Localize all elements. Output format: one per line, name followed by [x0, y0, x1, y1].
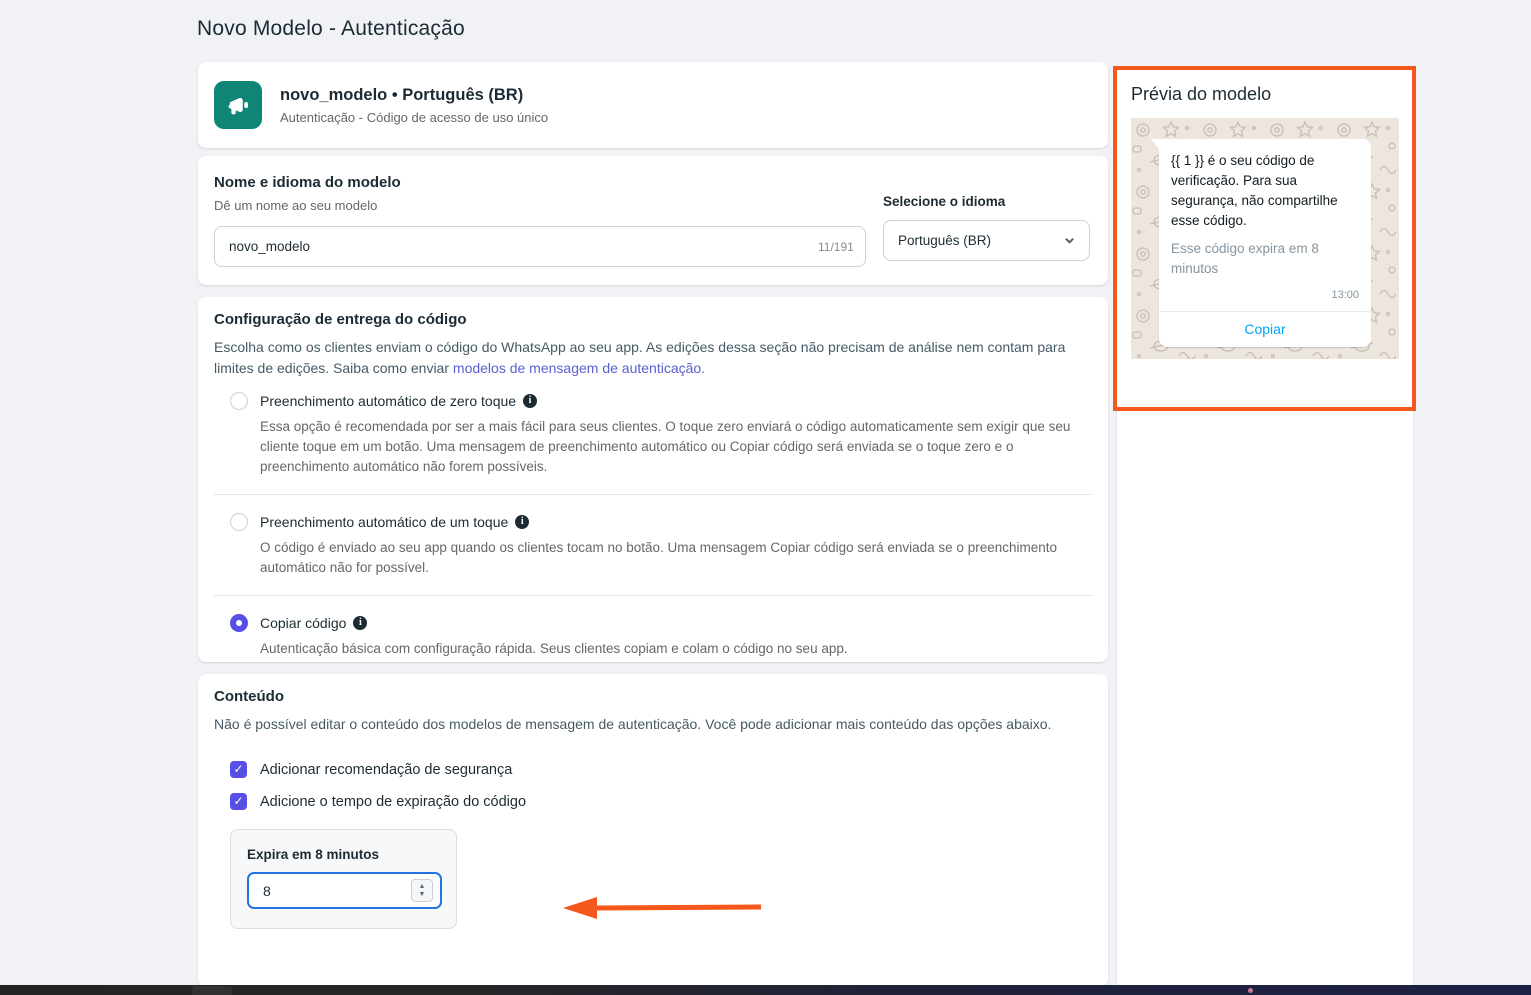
template-name-input[interactable]	[214, 226, 866, 267]
divider	[214, 595, 1092, 596]
expiration-time-label: Adicione o tempo de expiração do código	[260, 794, 526, 810]
char-counter: 11/191	[818, 240, 854, 254]
language-select[interactable]: Português (BR)	[883, 220, 1090, 261]
preview-message-text: {{ 1 }} é o seu código de verificação. P…	[1171, 151, 1359, 231]
copy-code-radio[interactable]	[230, 614, 248, 632]
expiration-time-checkbox[interactable]: ✓	[230, 793, 247, 810]
annotation-arrow	[555, 895, 765, 921]
info-icon[interactable]: i	[353, 616, 367, 630]
copy-code-button[interactable]: Copiar	[1159, 311, 1371, 347]
megaphone-icon	[214, 81, 262, 129]
preview-timestamp: 13:00	[1171, 289, 1359, 307]
one-tap-desc: O código é enviado ao seu app quando os …	[260, 538, 1080, 578]
name-language-card: Nome e idioma do modelo Dê um nome ao se…	[198, 156, 1108, 285]
security-recommendation-label: Adicionar recomendação de segurança	[260, 762, 512, 778]
name-language-heading: Nome e idioma do modelo	[214, 174, 1092, 191]
info-icon[interactable]: i	[515, 515, 529, 529]
chevron-down-icon	[1064, 235, 1075, 246]
auth-templates-link[interactable]: modelos de mensagem de autenticação.	[453, 360, 705, 376]
preview-expiry-text: Esse código expira em 8 minutos	[1171, 239, 1359, 279]
bubble-tail	[1151, 139, 1159, 149]
option-zero-tap: Preenchimento automático de zero toque i…	[214, 379, 1092, 489]
whatsapp-chat-background: {{ 1 }} é o seu código de verificação. P…	[1131, 118, 1399, 359]
one-tap-radio[interactable]	[230, 513, 248, 531]
template-category: Autenticação - Código de acesso de uso ú…	[280, 110, 548, 125]
expiration-label: Expira em 8 minutos	[247, 847, 440, 862]
page-title: Novo Modelo - Autenticação	[197, 17, 465, 41]
language-selected-value: Português (BR)	[898, 233, 991, 248]
taskbar-dot	[1248, 988, 1253, 993]
one-tap-label: Preenchimento automático de um toque	[260, 514, 508, 530]
security-recommendation-checkbox[interactable]: ✓	[230, 761, 247, 778]
number-stepper[interactable]: ▲ ▼	[411, 879, 433, 902]
content-description: Não é possível editar o conteúdo dos mod…	[214, 714, 1089, 735]
expiration-time-row: ✓ Adicione o tempo de expiração do códig…	[230, 793, 1092, 810]
stepper-down-icon[interactable]: ▼	[419, 891, 426, 899]
zero-tap-label: Preenchimento automático de zero toque	[260, 393, 516, 409]
zero-tap-radio[interactable]	[230, 392, 248, 410]
option-copy-code: Copiar código i Autenticação básica com …	[214, 601, 1092, 671]
stepper-up-icon[interactable]: ▲	[419, 883, 426, 891]
option-one-tap: Preenchimento automático de um toque i O…	[214, 500, 1092, 590]
content-heading: Conteúdo	[214, 688, 1092, 705]
preview-title: Prévia do modelo	[1131, 84, 1399, 105]
content-card: Conteúdo Não é possível editar o conteúd…	[198, 674, 1108, 987]
security-recommendation-row: ✓ Adicionar recomendação de segurança	[230, 761, 1092, 778]
template-preview-card: Prévia do modelo	[1117, 68, 1413, 987]
taskbar-item	[192, 986, 232, 995]
copy-code-label: Copiar código	[260, 615, 346, 631]
taskbar-strip	[0, 985, 1531, 995]
zero-tap-desc: Essa opção é recomendada por ser a mais …	[260, 417, 1080, 477]
template-name-language: novo_modelo • Português (BR)	[280, 86, 548, 105]
divider	[214, 494, 1092, 495]
language-label: Selecione o idioma	[883, 194, 1090, 209]
copy-code-desc: Autenticação básica com configuração ráp…	[260, 639, 1080, 659]
template-header-card: novo_modelo • Português (BR) Autenticaçã…	[198, 62, 1108, 148]
expiration-box: Expira em 8 minutos ▲ ▼	[230, 829, 457, 929]
info-icon[interactable]: i	[523, 394, 537, 408]
delivery-heading: Configuração de entrega do código	[214, 311, 1092, 328]
code-delivery-card: Configuração de entrega do código Escolh…	[198, 297, 1108, 662]
delivery-intro: Escolha como os clientes enviam o código…	[214, 337, 1089, 379]
whatsapp-message-bubble: {{ 1 }} é o seu código de verificação. P…	[1159, 139, 1371, 347]
